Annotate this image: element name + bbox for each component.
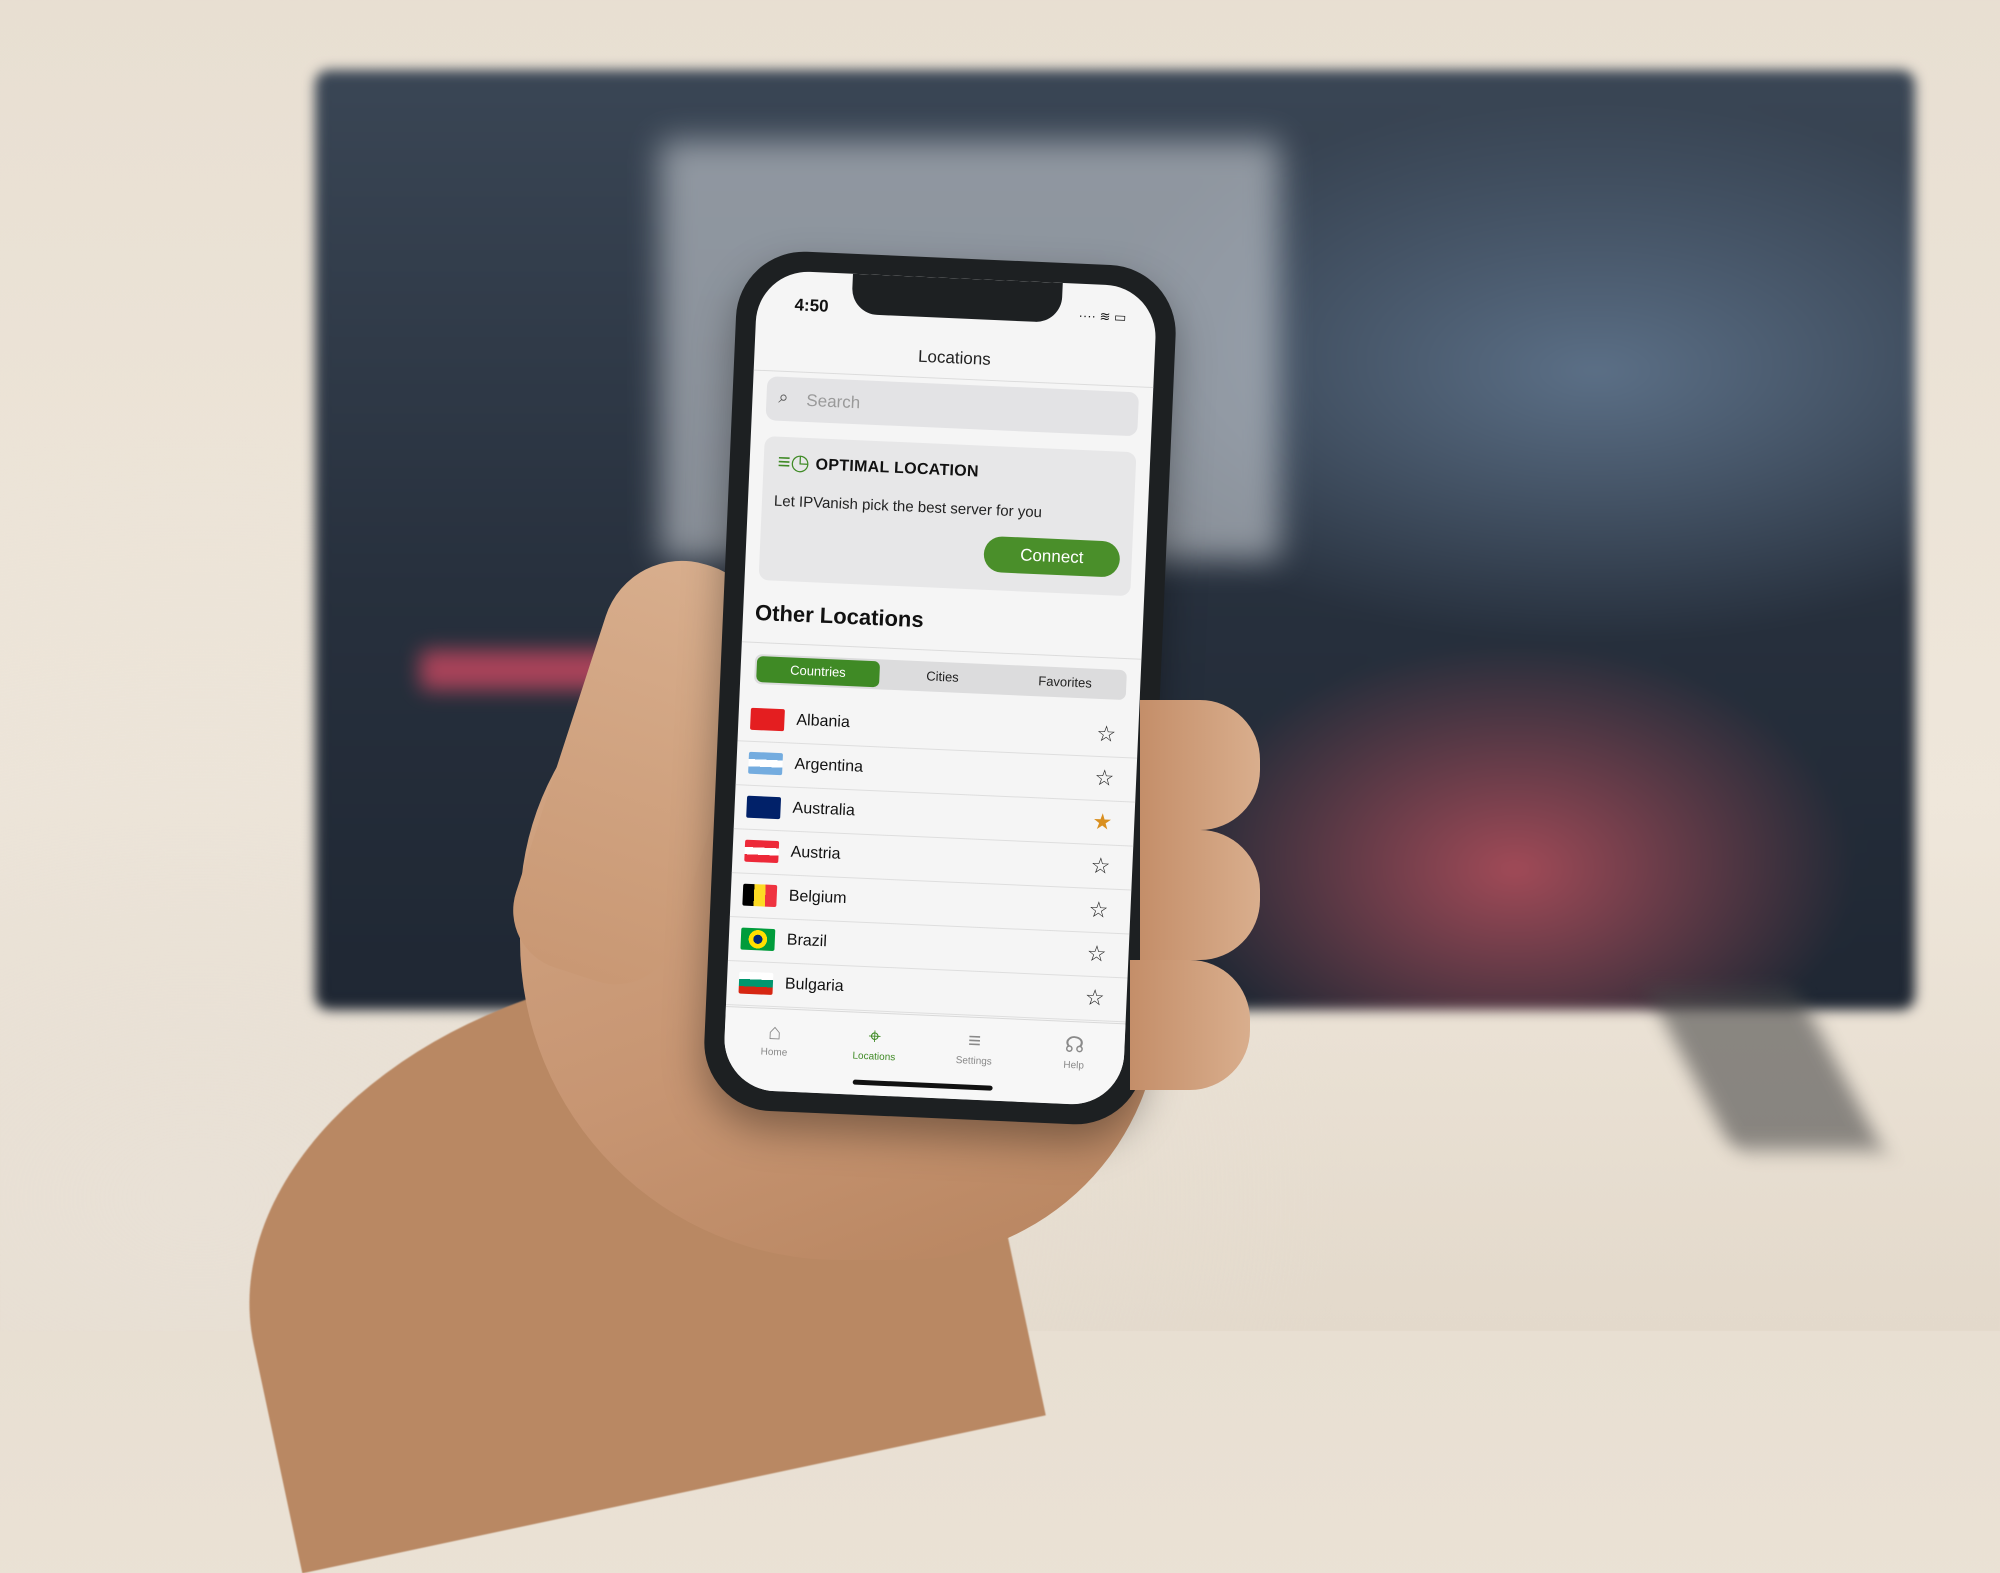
country-name: Bulgaria (784, 975, 844, 996)
home-icon: ⌂ (767, 1018, 783, 1045)
tab-countries[interactable]: Countries (756, 655, 880, 688)
favorite-star-icon[interactable]: ☆ (1088, 897, 1109, 924)
battery-icon: ▭ (1113, 309, 1127, 325)
favorite-star-icon[interactable]: ☆ (1094, 765, 1115, 792)
flag-argentina-icon (748, 751, 784, 776)
favorite-star-icon[interactable]: ☆ (1096, 721, 1117, 748)
tab-label: Locations (852, 1050, 896, 1064)
tv-stand (1647, 990, 1883, 1150)
country-name: Argentina (794, 755, 864, 776)
optimal-location-card: ≡◷ OPTIMAL LOCATION Let IPVanish pick th… (758, 436, 1137, 597)
flag-belgium-icon (742, 883, 778, 908)
hand-finger (1140, 700, 1260, 830)
flag-austria-icon (744, 839, 780, 864)
tab-favorites[interactable]: Favorites (1003, 665, 1127, 700)
tab-cities[interactable]: Cities (881, 659, 1005, 694)
hand-finger (1140, 830, 1260, 960)
status-time: 4:50 (794, 295, 829, 316)
phone-notch (851, 273, 1063, 323)
flag-albania-icon (749, 707, 785, 732)
fast-clock-icon: ≡◷ (777, 448, 811, 476)
favorite-star-filled-icon[interactable]: ★ (1092, 809, 1113, 836)
tab-label: Help (1063, 1059, 1085, 1072)
country-name: Austria (790, 843, 841, 863)
favorite-star-icon[interactable]: ☆ (1084, 985, 1105, 1012)
hand-finger (1130, 960, 1250, 1090)
bottom-tab-bar: ⌂ Home ⌖ Locations ≡ Settings ☊ Help (722, 1005, 1126, 1107)
tab-label: Settings (955, 1055, 993, 1068)
location-type-tabs: Countries Cities Favorites (754, 653, 1127, 701)
signal-icon: ···· (1078, 307, 1097, 324)
flag-brazil-icon (740, 927, 776, 952)
location-pin-icon: ⌖ (868, 1023, 882, 1049)
country-list: Albania ☆ Argentina ☆ Australia ★ Austri… (725, 697, 1140, 1023)
headset-icon: ☊ (1064, 1031, 1085, 1058)
wifi-icon: ≋ (1099, 308, 1111, 325)
favorite-star-icon[interactable]: ☆ (1086, 941, 1107, 968)
tab-home[interactable]: ⌂ Home (722, 1007, 825, 1093)
tab-help[interactable]: ☊ Help (1022, 1020, 1125, 1106)
optimal-location-title: OPTIMAL LOCATION (815, 456, 980, 481)
optimal-location-description: Let IPVanish pick the best server for yo… (773, 492, 1043, 522)
other-locations-title: Other Locations (754, 599, 925, 633)
tab-label: Home (760, 1046, 788, 1059)
connect-button[interactable]: Connect (983, 535, 1121, 578)
search-icon: ⌕ (778, 386, 790, 408)
flag-bulgaria-icon (738, 971, 774, 995)
favorite-star-icon[interactable]: ☆ (1090, 853, 1111, 880)
phone-device: 4:50 ···· ≋ ▭ Locations ⌕ ≡◷ OPTIMAL LOC… (701, 248, 1179, 1128)
country-name: Australia (792, 799, 856, 820)
status-icons: ···· ≋ ▭ (1078, 308, 1126, 326)
country-name: Albania (796, 711, 851, 732)
flag-australia-icon (746, 795, 782, 820)
search-input[interactable] (803, 377, 1110, 438)
country-name: Belgium (788, 887, 847, 908)
country-name: Brazil (786, 931, 828, 951)
search-bar[interactable]: ⌕ (765, 376, 1140, 438)
phone-screen: 4:50 ···· ≋ ▭ Locations ⌕ ≡◷ OPTIMAL LOC… (722, 269, 1158, 1107)
sliders-icon: ≡ (967, 1027, 982, 1054)
